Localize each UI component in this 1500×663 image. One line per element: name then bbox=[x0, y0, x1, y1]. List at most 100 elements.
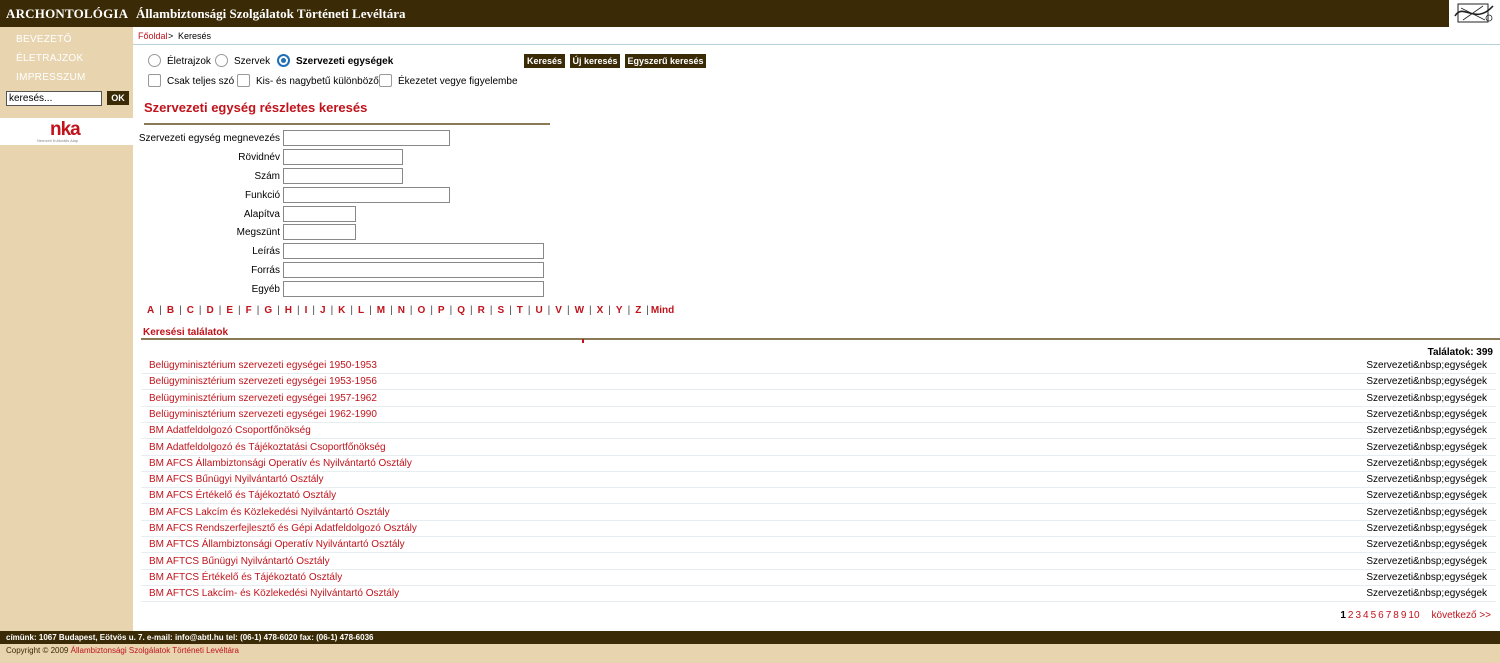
field-input-rovidnev[interactable] bbox=[283, 149, 403, 165]
result-name-link[interactable]: Belügyminisztérium szervezeti egységei 1… bbox=[149, 393, 377, 404]
field-input-alapitva[interactable] bbox=[283, 206, 356, 222]
alpha-letter-y[interactable]: Y bbox=[616, 305, 623, 316]
accent-sensitive-label[interactable]: Ékezetet vegye figyelembe bbox=[398, 76, 518, 87]
alpha-letter-b[interactable]: B bbox=[167, 305, 174, 316]
result-name-link[interactable]: BM Adatfeldolgozó és Tájékoztatási Csopo… bbox=[149, 442, 386, 453]
field-input-megnevezes[interactable] bbox=[283, 130, 450, 146]
result-name-link[interactable]: BM AFTCS Állambiztonsági Operatív Nyilvá… bbox=[149, 539, 405, 550]
alpha-letter-x[interactable]: X bbox=[597, 305, 604, 316]
field-input-megszunt[interactable] bbox=[283, 224, 356, 240]
result-row: BM AFCS Értékelő és Tájékoztató Osztály S… bbox=[141, 488, 1496, 505]
alpha-letter-i[interactable]: I bbox=[305, 305, 308, 316]
alpha-letter-m[interactable]: M bbox=[377, 305, 385, 316]
alpha-letter-r[interactable]: R bbox=[478, 305, 485, 316]
case-sensitive-checkbox[interactable] bbox=[237, 74, 250, 87]
alpha-letter-a[interactable]: A bbox=[147, 305, 154, 316]
alpha-letter-w[interactable]: W bbox=[575, 305, 584, 316]
radio-szervezeti-egysegek-label[interactable]: Szervezeti egységek bbox=[296, 56, 393, 67]
radio-szervek[interactable] bbox=[215, 54, 228, 67]
field-label-megnevezes: Szervezeti egység megnevezés bbox=[138, 133, 280, 144]
result-row: BM AFCS Bűnügyi Nyilvántartó Osztály Szer… bbox=[141, 472, 1496, 489]
field-input-leiras[interactable] bbox=[283, 243, 544, 259]
sidebar-search-ok-button[interactable]: OK bbox=[107, 91, 129, 105]
radio-eletrajzok-label[interactable]: Életrajzok bbox=[167, 56, 211, 67]
sidebar-item-bevezeto[interactable]: BEVEZETŐ bbox=[16, 34, 72, 45]
result-row: BM AFTCS Bűnügyi Nyilvántartó Osztály Sze… bbox=[141, 554, 1496, 570]
result-row: Belügyminisztérium szervezeti egységei 1… bbox=[141, 407, 1496, 423]
alpha-letter-f[interactable]: F bbox=[246, 305, 252, 316]
alpha-letter-g[interactable]: G bbox=[264, 305, 272, 316]
field-input-forras[interactable] bbox=[283, 262, 544, 278]
result-name-link[interactable]: Belügyminisztérium szervezeti egységei 1… bbox=[149, 360, 377, 371]
new-search-button[interactable]: Új keresés bbox=[570, 54, 620, 68]
result-name-link[interactable]: BM AFCS Rendszerfejlesztő és Gépi Adatfe… bbox=[149, 523, 417, 534]
result-type: Szervezeti&nbsp;egységek bbox=[1366, 506, 1487, 518]
whole-word-checkbox[interactable] bbox=[148, 74, 161, 87]
page-link-3[interactable]: 3 bbox=[1355, 610, 1361, 621]
archive-title: Állambiztonsági Szolgálatok Történeti Le… bbox=[136, 6, 406, 21]
alpha-letter-h[interactable]: H bbox=[285, 305, 292, 316]
sidebar-item-impresszum[interactable]: IMPRESSZUM bbox=[16, 72, 86, 83]
result-name-link[interactable]: Belügyminisztérium szervezeti egységei 1… bbox=[149, 376, 377, 387]
whole-word-label[interactable]: Csak teljes szó bbox=[167, 76, 234, 87]
page-link-8[interactable]: 8 bbox=[1393, 610, 1399, 621]
result-name-link[interactable]: Belügyminisztérium szervezeti egységei 1… bbox=[149, 409, 377, 420]
page-link-10[interactable]: 10 bbox=[1408, 610, 1419, 621]
field-input-funkcio[interactable] bbox=[283, 187, 450, 203]
alpha-letter-e[interactable]: E bbox=[226, 305, 233, 316]
breadcrumb-separator: > bbox=[168, 31, 174, 41]
field-input-szam[interactable] bbox=[283, 168, 403, 184]
radio-szervek-label[interactable]: Szervek bbox=[234, 56, 270, 67]
alpha-letter-mind[interactable]: Mind bbox=[651, 305, 674, 316]
accent-sensitive-checkbox[interactable] bbox=[379, 74, 392, 87]
page-link-5[interactable]: 5 bbox=[1371, 610, 1377, 621]
case-sensitive-label[interactable]: Kis- és nagybetű különböző bbox=[256, 76, 379, 87]
radio-eletrajzok[interactable] bbox=[148, 54, 161, 67]
result-name-link[interactable]: BM AFCS Bűnügyi Nyilvántartó Osztály bbox=[149, 474, 324, 485]
result-type: Szervezeti&nbsp;egységek bbox=[1366, 588, 1487, 600]
search-button[interactable]: Keresés bbox=[524, 54, 565, 68]
alpha-letter-z[interactable]: Z bbox=[635, 305, 641, 316]
field-label-egyeb: Egyéb bbox=[251, 284, 280, 295]
result-name-link[interactable]: BM AFCS Állambiztonsági Operatív és Nyil… bbox=[149, 458, 412, 469]
alpha-letter-o[interactable]: O bbox=[418, 305, 426, 316]
breadcrumb-home-link[interactable]: Főoldal bbox=[138, 31, 168, 41]
alpha-letter-n[interactable]: N bbox=[398, 305, 405, 316]
result-name-link[interactable]: BM AFCS Értékelő és Tájékoztató Osztály bbox=[149, 490, 336, 501]
alpha-separator: | bbox=[547, 305, 551, 316]
sponsor-logo[interactable]: nka Nemzeti Kulturális Alap bbox=[0, 118, 133, 145]
result-name-link[interactable]: BM AFTCS Lakcím- és Közlekedési Nyilvánt… bbox=[149, 588, 399, 599]
alpha-letter-u[interactable]: U bbox=[535, 305, 542, 316]
field-input-egyeb[interactable] bbox=[283, 281, 544, 297]
sidebar-item-eletrajzok[interactable]: ÉLETRAJZOK bbox=[16, 53, 83, 64]
page-link-7[interactable]: 7 bbox=[1386, 610, 1392, 621]
alpha-letter-l[interactable]: L bbox=[358, 305, 364, 316]
alpha-letter-v[interactable]: V bbox=[555, 305, 562, 316]
result-name-link[interactable]: BM AFTCS Bűnügyi Nyilvántartó Osztály bbox=[149, 556, 330, 567]
alphabet-filter: A | B | C | D | E | F | G | H | I | J | K | L | M | N | O | P | Q | R | S | T |… bbox=[147, 305, 674, 316]
result-name-link[interactable]: BM AFCS Lakcím és Közlekedési Nyilvántar… bbox=[149, 507, 390, 518]
result-name-link[interactable]: BM AFTCS Értékelő és Tájékoztató Osztály bbox=[149, 572, 342, 583]
alpha-letter-p[interactable]: P bbox=[438, 305, 445, 316]
sidebar-search-input[interactable] bbox=[6, 91, 102, 106]
alpha-letter-c[interactable]: C bbox=[187, 305, 194, 316]
site-title[interactable]: ARCHONTOLÓGIA bbox=[6, 6, 128, 22]
next-page-link[interactable]: következő >> bbox=[1432, 610, 1491, 621]
copyright-org-link[interactable]: Állambiztonsági Szolgálatok Történeti Le… bbox=[71, 646, 239, 655]
page-current: 1 bbox=[1340, 610, 1346, 621]
alpha-letter-k[interactable]: K bbox=[338, 305, 345, 316]
page-link-9[interactable]: 9 bbox=[1401, 610, 1407, 621]
archive-logo-icon[interactable] bbox=[1448, 0, 1500, 27]
alpha-letter-q[interactable]: Q bbox=[457, 305, 465, 316]
alpha-letter-d[interactable]: D bbox=[207, 305, 214, 316]
page-link-4[interactable]: 4 bbox=[1363, 610, 1369, 621]
alpha-letter-j[interactable]: J bbox=[320, 305, 326, 316]
result-name-link[interactable]: BM Adatfeldolgozó Csoportfőnökség bbox=[149, 425, 311, 436]
result-type: Szervezeti&nbsp;egységek bbox=[1366, 523, 1487, 534]
alpha-letter-s[interactable]: S bbox=[497, 305, 504, 316]
page-link-2[interactable]: 2 bbox=[1348, 610, 1354, 621]
page-link-6[interactable]: 6 bbox=[1378, 610, 1384, 621]
simple-search-button[interactable]: Egyszerű keresés bbox=[625, 54, 706, 68]
alpha-letter-t[interactable]: T bbox=[517, 305, 523, 316]
radio-szervezeti-egysegek[interactable] bbox=[277, 54, 290, 67]
